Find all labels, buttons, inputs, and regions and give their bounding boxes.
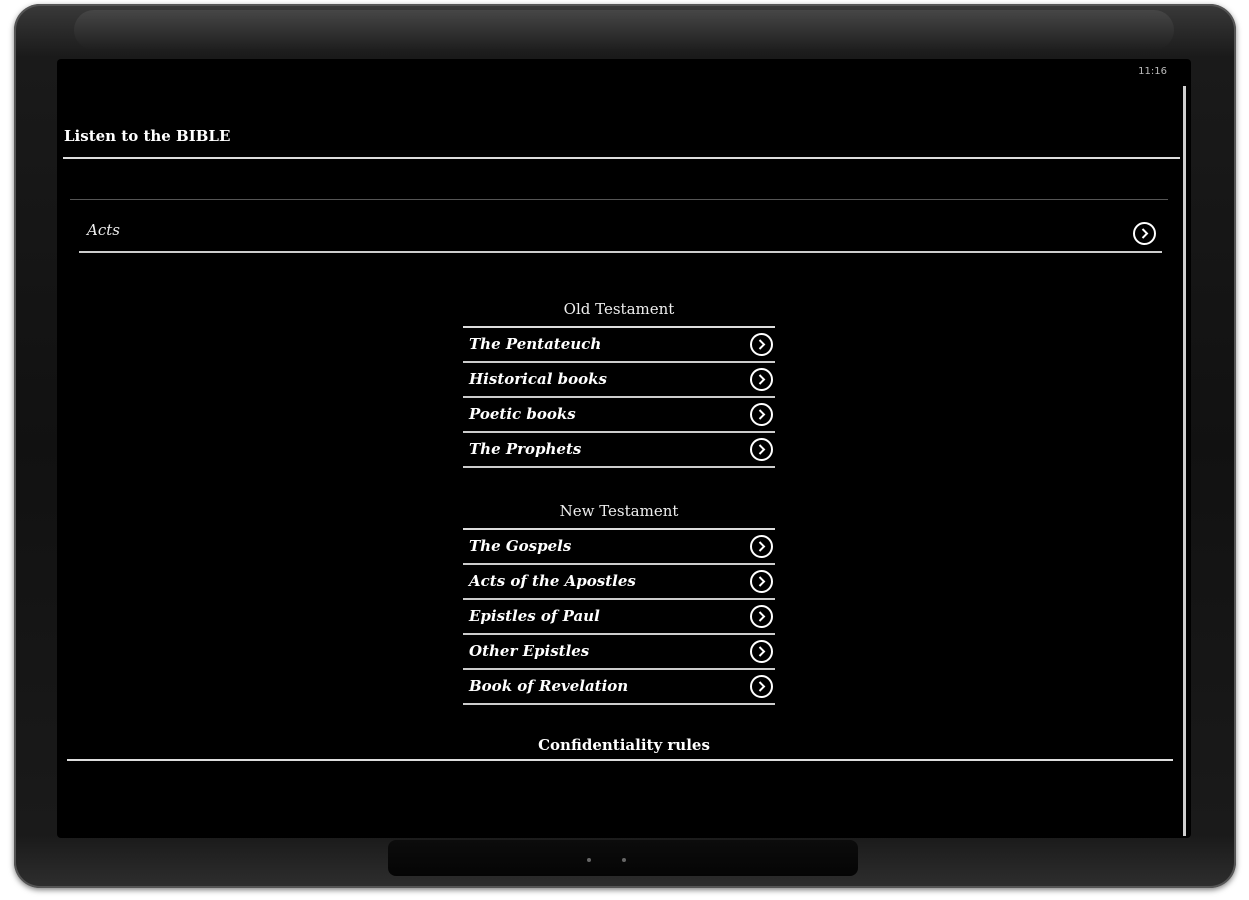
chevron-right-circle-icon[interactable] [750,333,773,356]
chevron-right-circle-icon[interactable] [750,403,773,426]
list-item-label: The Prophets [469,440,582,458]
vertical-scrollbar[interactable] [1183,86,1186,836]
list-item-label: Book of Revelation [469,677,629,695]
list-item-other-epistles[interactable]: Other Epistles [463,635,775,670]
chevron-right-circle-icon[interactable] [750,368,773,391]
list-item-label: Historical books [469,370,607,388]
list-item-acts-of-the-apostles[interactable]: Acts of the Apostles [463,565,775,600]
chevron-right-circle-icon[interactable] [750,675,773,698]
chevron-right-circle-icon[interactable] [750,535,773,558]
nav-back-dot-icon[interactable] [587,858,591,862]
list-item-pentateuch[interactable]: The Pentateuch [463,328,775,363]
chevron-right-circle-icon[interactable] [750,605,773,628]
list-item-label: Poetic books [469,405,576,423]
nav-home-dot-icon[interactable] [622,858,626,862]
new-testament-title: New Testament [559,502,679,520]
list-item-poetic-books[interactable]: Poetic books [463,398,775,433]
current-book-row[interactable]: Acts [79,217,1162,253]
list-item-prophets[interactable]: The Prophets [463,433,775,468]
current-book-label: Acts [87,221,120,239]
app-title: Listen to the BIBLE [64,127,231,145]
old-testament-title: Old Testament [563,300,675,318]
list-item-epistles-of-paul[interactable]: Epistles of Paul [463,600,775,635]
list-item-label: Epistles of Paul [469,607,600,625]
list-item-book-of-revelation[interactable]: Book of Revelation [463,670,775,705]
new-testament-section: New Testament The Gospels Acts of the Ap… [463,502,775,705]
footer-divider [67,759,1173,761]
confidentiality-rules-link[interactable]: Confidentiality rules [57,736,1191,754]
app-screen: 11:16 Listen to the BIBLE Acts Old Testa… [57,59,1191,838]
status-clock: 11:16 [1138,66,1167,77]
chevron-right-circle-icon[interactable] [750,640,773,663]
chevron-right-circle-icon[interactable] [750,438,773,461]
list-item-label: Acts of the Apostles [469,572,636,590]
list-item-label: The Gospels [469,537,572,555]
frame-gloss [74,10,1174,50]
title-divider [63,157,1180,159]
chevron-right-circle-icon[interactable] [750,570,773,593]
list-item-historical-books[interactable]: Historical books [463,363,775,398]
list-item-label: The Pentateuch [469,335,602,353]
list-item-label: Other Epistles [469,642,590,660]
chevron-right-circle-icon[interactable] [1133,222,1156,245]
thin-divider [70,199,1168,200]
list-item-gospels[interactable]: The Gospels [463,530,775,565]
old-testament-section: Old Testament The Pentateuch Historical … [463,300,775,468]
